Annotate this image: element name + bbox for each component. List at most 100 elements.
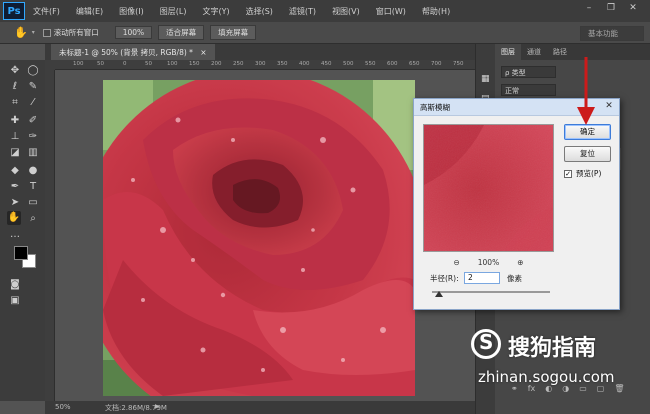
ruler-mark: 200: [211, 61, 222, 67]
ruler-mark: 50: [145, 61, 152, 67]
zoom-status[interactable]: 50%: [55, 403, 71, 411]
more-tools-icon[interactable]: …: [8, 228, 22, 242]
radius-slider-thumb[interactable]: [435, 291, 444, 297]
menu-help[interactable]: 帮助(H): [414, 6, 458, 17]
quick-select-tool-icon[interactable]: ✎: [26, 80, 40, 94]
menu-window[interactable]: 窗口(W): [368, 6, 414, 17]
close-window-icon[interactable]: ✕: [627, 3, 639, 15]
ruler-mark: 750: [453, 61, 464, 67]
ruler-mark: 500: [343, 61, 354, 67]
ruler-mark: 0: [123, 61, 127, 67]
blend-mode-select[interactable]: 正常: [501, 84, 556, 96]
blur-tool-icon[interactable]: ◆: [8, 164, 22, 178]
blur-preview[interactable]: [423, 124, 554, 252]
tab-close-icon[interactable]: ×: [200, 48, 206, 57]
fx-icon[interactable]: fx: [528, 384, 536, 398]
fill-screen-button[interactable]: 填充屏幕: [210, 25, 257, 40]
status-arrow-icon[interactable]: ▶: [155, 403, 160, 410]
crop-tool-icon[interactable]: ⌗: [8, 96, 22, 110]
new-layer-icon[interactable]: ▢: [597, 384, 605, 398]
menu-filter[interactable]: 滤镜(T): [281, 6, 324, 17]
group-icon[interactable]: ▭: [579, 384, 587, 398]
zoom-in-icon[interactable]: ⊕: [517, 258, 523, 267]
minimize-icon[interactable]: –: [583, 3, 595, 15]
ruler-mark: 450: [321, 61, 332, 67]
trash-icon[interactable]: 🗑: [614, 384, 624, 398]
ruler-mark: 250: [233, 61, 244, 67]
dialog-body: ⊖ 100% ⊕ 确定 复位 ✓ 预览(P) 半径(R): 2 像素: [414, 116, 619, 309]
hand-tool-icon[interactable]: ✋: [7, 211, 21, 225]
hand-icon[interactable]: ✋: [14, 26, 28, 39]
tab-layers[interactable]: 图层: [495, 44, 521, 60]
type-tool-icon[interactable]: T: [26, 180, 40, 194]
menu-layer[interactable]: 图层(L): [152, 6, 195, 17]
foreground-color-overlay: [14, 246, 28, 260]
chevron-down-icon[interactable]: ▾: [32, 29, 35, 36]
menu-select[interactable]: 选择(S): [238, 6, 281, 17]
ruler-mark: 700: [431, 61, 442, 67]
healing-tool-icon[interactable]: ✚: [8, 114, 22, 128]
layer-filter-select[interactable]: ρ 类型: [501, 66, 556, 78]
menu-image[interactable]: 图像(I): [111, 6, 152, 17]
document-tab[interactable]: 未标题-1 @ 50% (背景 拷贝, RGB/8) * ×: [51, 44, 215, 60]
annotation-arrow: [577, 57, 595, 125]
menu-edit[interactable]: 编辑(E): [68, 6, 111, 17]
tab-channels[interactable]: 通道: [521, 44, 547, 60]
pen-tool-icon[interactable]: ✒: [8, 180, 22, 194]
fit-screen-button[interactable]: 适合屏幕: [158, 25, 205, 40]
zoom-tool-icon[interactable]: ⌕: [26, 212, 40, 226]
zoom-out-icon[interactable]: ⊖: [453, 258, 459, 267]
menu-type[interactable]: 文字(Y): [194, 6, 237, 17]
preview-zoom-value: 100%: [477, 257, 500, 267]
radius-unit: 像素: [507, 274, 522, 283]
dialog-close-icon[interactable]: ✕: [602, 101, 616, 113]
history-brush-tool-icon[interactable]: ✑: [26, 130, 40, 144]
status-bar: 50% 文档:2.86M/8.79M ▶: [45, 401, 475, 414]
move-tool-icon[interactable]: ✥: [8, 64, 22, 78]
canvas-image[interactable]: [103, 80, 415, 396]
history-panel-icon[interactable]: ▦: [481, 74, 490, 84]
marquee-tool-icon[interactable]: ◯: [26, 64, 40, 78]
radius-label: 半径(R):: [430, 274, 459, 283]
options-bar: ✋ ▾ 滚动所有窗口 100% 适合屏幕 填充屏幕 基本功能: [0, 22, 650, 44]
tools-panel: ✥ ◯ ℓ ✎ ⌗ ⁄ ✚ ✐ ⊥ ✑ ◪ ▥ ◆ ● ✒ T ➤ ▭ ✋ ⌕ …: [0, 60, 45, 401]
tab-paths[interactable]: 路径: [547, 44, 573, 60]
zoom-100-button[interactable]: 100%: [114, 26, 153, 39]
stamp-tool-icon[interactable]: ⊥: [8, 130, 22, 144]
ruler-mark: 650: [409, 61, 420, 67]
ruler-mark: 150: [189, 61, 200, 67]
eraser-tool-icon[interactable]: ◪: [8, 146, 22, 160]
ruler-mark: 400: [299, 61, 310, 67]
radius-input[interactable]: 2: [464, 272, 500, 284]
workspace-select[interactable]: 基本功能: [580, 26, 644, 41]
lasso-tool-icon[interactable]: ℓ: [8, 80, 22, 94]
radius-slider-track[interactable]: [432, 291, 550, 293]
link-layers-icon[interactable]: ⚭: [511, 384, 518, 398]
scroll-all-checkbox[interactable]: [42, 28, 51, 37]
menu-file[interactable]: 文件(F): [25, 6, 68, 17]
screen-mode-icon[interactable]: ▣: [8, 294, 22, 308]
ruler-mark: 300: [255, 61, 266, 67]
brush-tool-icon[interactable]: ✐: [26, 114, 40, 128]
panel-footer: ⚭ fx ◐ ◑ ▭ ▢ 🗑: [501, 384, 641, 398]
preview-checkbox-row[interactable]: ✓ 预览(P): [564, 168, 601, 179]
eyedropper-tool-icon[interactable]: ⁄: [26, 96, 40, 110]
ruler-mark: 550: [365, 61, 376, 67]
mask-icon[interactable]: ◐: [545, 384, 552, 398]
gradient-tool-icon[interactable]: ▥: [26, 146, 40, 160]
preview-zoom-controls: ⊖ 100% ⊕: [423, 256, 554, 268]
menu-view[interactable]: 视图(V): [324, 6, 368, 17]
preview-checkbox[interactable]: ✓: [564, 169, 572, 178]
path-select-tool-icon[interactable]: ➤: [8, 196, 22, 210]
dodge-tool-icon[interactable]: ●: [26, 164, 40, 178]
restore-icon[interactable]: ❐: [605, 3, 617, 15]
ruler-mark: 100: [167, 61, 178, 67]
quick-mask-icon[interactable]: ◙: [8, 278, 22, 292]
sogou-logo-icon: S: [471, 329, 501, 359]
preview-image: [424, 125, 553, 251]
ruler-vertical: [45, 60, 55, 401]
adjustment-icon[interactable]: ◑: [562, 384, 569, 398]
reset-button[interactable]: 复位: [564, 146, 611, 162]
shape-tool-icon[interactable]: ▭: [26, 196, 40, 210]
photoshop-logo-icon: Ps: [3, 2, 25, 20]
